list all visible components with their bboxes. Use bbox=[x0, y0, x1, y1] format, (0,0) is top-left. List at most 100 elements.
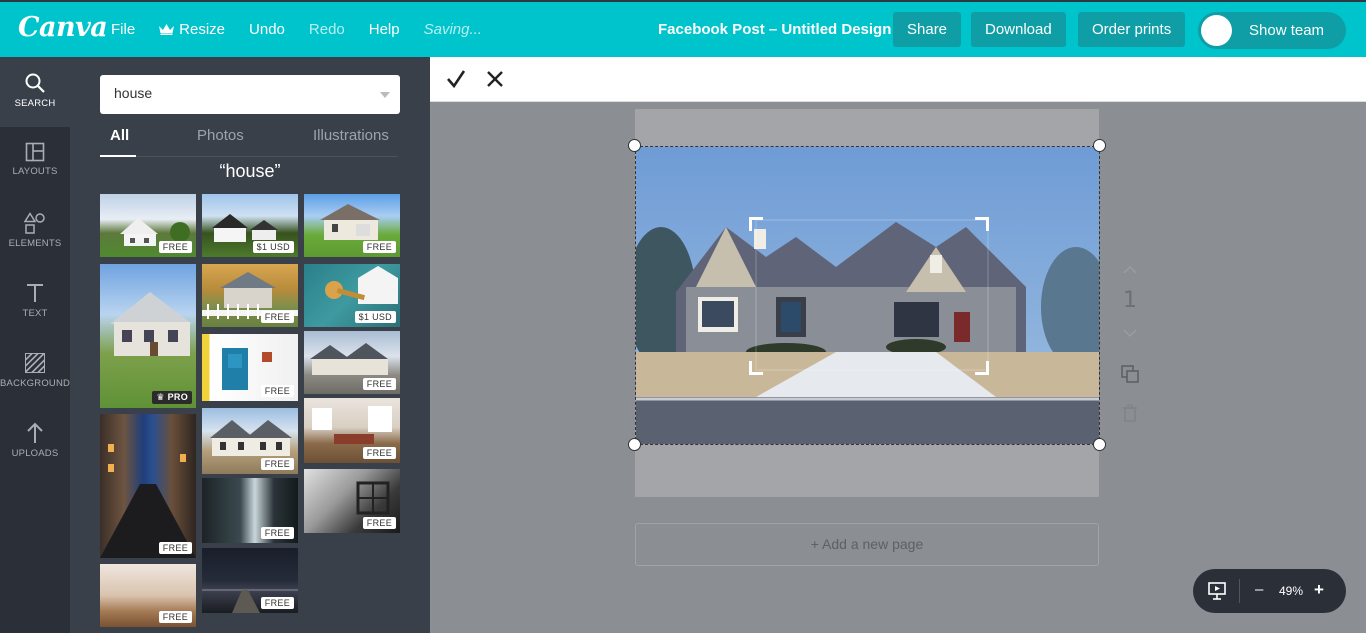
price-badge: FREE bbox=[260, 385, 294, 397]
close-icon[interactable] bbox=[483, 67, 507, 91]
text-icon bbox=[27, 284, 43, 302]
search-result-thumbnail[interactable]: FREE bbox=[304, 194, 400, 257]
price-badge: $1 USD bbox=[354, 311, 396, 323]
search-result-thumbnail[interactable]: FREE bbox=[202, 408, 298, 474]
uploads-icon bbox=[27, 422, 43, 443]
zoom-in-button[interactable]: + bbox=[1314, 580, 1324, 600]
price-badge: FREE bbox=[362, 241, 396, 253]
pro-badge: ♛ PRO bbox=[152, 391, 192, 404]
search-result-thumbnail[interactable]: ♛ PRO bbox=[100, 264, 196, 408]
house-photo-crop[interactable] bbox=[635, 146, 1100, 445]
rail-label: LAYOUTS bbox=[12, 166, 58, 177]
resize-handle[interactable] bbox=[1093, 438, 1106, 451]
search-result-thumbnail[interactable]: FREE bbox=[304, 398, 400, 463]
share-button[interactable]: Share bbox=[893, 12, 962, 47]
order-prints-button[interactable]: Order prints bbox=[1078, 12, 1186, 47]
rail-label: BACKGROUND bbox=[0, 378, 71, 389]
layouts-icon bbox=[25, 142, 45, 162]
price-badge: FREE bbox=[362, 517, 396, 529]
side-rail: SEARCH LAYOUTS ELEMENTS TEXT BACKGROUND … bbox=[0, 57, 70, 633]
search-result-thumbnail[interactable]: FREE bbox=[202, 478, 298, 543]
add-new-page-button[interactable]: + Add a new page bbox=[635, 523, 1099, 566]
price-badge: FREE bbox=[158, 241, 192, 253]
search-box[interactable] bbox=[100, 75, 400, 114]
price-badge: FREE bbox=[158, 542, 192, 554]
resize-label: Resize bbox=[179, 21, 226, 38]
resize-handle[interactable] bbox=[628, 139, 641, 152]
search-result-thumbnail[interactable]: FREE bbox=[202, 334, 298, 401]
top-bar: Canva File Resize Undo Redo Help Saving.… bbox=[0, 0, 1366, 57]
move-page-down-icon[interactable] bbox=[1122, 328, 1138, 338]
present-icon[interactable] bbox=[1207, 581, 1227, 601]
rail-item-background[interactable]: BACKGROUND bbox=[0, 337, 70, 407]
search-result-thumbnail[interactable]: FREE bbox=[202, 548, 298, 613]
price-badge: $1 USD bbox=[252, 241, 294, 253]
query-title: “house” bbox=[219, 161, 281, 181]
search-icon bbox=[25, 73, 45, 93]
crown-icon bbox=[159, 24, 175, 35]
undo-button[interactable]: Undo bbox=[249, 21, 285, 38]
search-result-thumbnail[interactable]: FREE bbox=[304, 331, 400, 394]
price-badge: FREE bbox=[260, 597, 294, 609]
price-badge: FREE bbox=[260, 311, 294, 323]
search-result-thumbnail[interactable]: $1 USD bbox=[304, 264, 400, 327]
resize-handle[interactable] bbox=[628, 438, 641, 451]
dropdown-caret-icon[interactable] bbox=[380, 92, 390, 98]
show-team-toggle[interactable]: Show team bbox=[1198, 12, 1346, 49]
search-result-thumbnail[interactable]: FREE bbox=[304, 469, 400, 533]
resize-menu[interactable]: Resize bbox=[159, 21, 225, 38]
search-result-thumbnail[interactable]: FREE bbox=[100, 414, 196, 558]
toggle-knob bbox=[1201, 15, 1232, 46]
download-button[interactable]: Download bbox=[971, 12, 1066, 47]
canva-logo[interactable]: Canva bbox=[18, 12, 108, 43]
zoom-level: 49% bbox=[1279, 584, 1304, 598]
rail-label: SEARCH bbox=[14, 98, 56, 109]
tab-photos[interactable]: Photos bbox=[197, 127, 244, 144]
zoom-out-button[interactable]: – bbox=[1255, 581, 1263, 598]
duplicate-page-icon[interactable] bbox=[1120, 364, 1140, 384]
delete-page-icon[interactable] bbox=[1122, 404, 1138, 422]
search-tabs: All Photos Illustrations bbox=[100, 127, 398, 157]
zoom-divider bbox=[1239, 579, 1240, 603]
search-result-thumbnail[interactable]: FREE bbox=[100, 194, 196, 257]
rail-item-layouts[interactable]: LAYOUTS bbox=[0, 127, 70, 197]
search-panel: All Photos Illustrations “house” FREE ♛ … bbox=[70, 57, 430, 633]
price-badge: FREE bbox=[158, 611, 192, 623]
top-menu: File Resize Undo Redo Help Saving... bbox=[111, 21, 506, 38]
help-menu[interactable]: Help bbox=[369, 21, 400, 38]
price-badge: FREE bbox=[260, 527, 294, 539]
crop-toolbar bbox=[430, 57, 1366, 102]
rail-item-text[interactable]: TEXT bbox=[0, 267, 70, 337]
rail-item-search[interactable]: SEARCH bbox=[0, 57, 70, 127]
crop-corner-handle[interactable] bbox=[975, 217, 989, 231]
pro-badge-label: PRO bbox=[167, 392, 188, 402]
rail-label: TEXT bbox=[22, 308, 48, 319]
crop-corner-handle[interactable] bbox=[749, 361, 763, 375]
tab-all[interactable]: All bbox=[110, 127, 129, 144]
search-result-thumbnail[interactable]: FREE bbox=[202, 264, 298, 327]
checkmark-icon[interactable] bbox=[444, 67, 468, 91]
tab-illustrations[interactable]: Illustrations bbox=[313, 127, 389, 144]
search-input[interactable] bbox=[114, 85, 364, 101]
price-badge: FREE bbox=[260, 458, 294, 470]
crop-corner-handle[interactable] bbox=[749, 217, 763, 231]
search-result-thumbnail[interactable]: FREE bbox=[100, 564, 196, 627]
rail-label: UPLOADS bbox=[11, 448, 59, 459]
search-result-thumbnail[interactable]: $1 USD bbox=[202, 194, 298, 257]
background-icon bbox=[24, 352, 46, 374]
rail-item-elements[interactable]: ELEMENTS bbox=[0, 197, 70, 267]
price-badge: FREE bbox=[362, 378, 396, 390]
move-page-up-icon[interactable] bbox=[1122, 265, 1138, 275]
show-team-label: Show team bbox=[1249, 22, 1325, 39]
file-menu[interactable]: File bbox=[111, 21, 135, 38]
rail-label: ELEMENTS bbox=[8, 238, 62, 249]
zoom-bar: – 49% + bbox=[1193, 569, 1346, 613]
redo-button[interactable]: Redo bbox=[309, 21, 345, 38]
page-number: 1 bbox=[1123, 288, 1137, 313]
saving-status: Saving... bbox=[423, 21, 482, 38]
resize-handle[interactable] bbox=[1093, 139, 1106, 152]
rail-item-uploads[interactable]: UPLOADS bbox=[0, 407, 70, 477]
price-badge: FREE bbox=[362, 447, 396, 459]
crop-corner-handle[interactable] bbox=[975, 361, 989, 375]
document-title[interactable]: Facebook Post – Untitled Design bbox=[658, 21, 891, 38]
